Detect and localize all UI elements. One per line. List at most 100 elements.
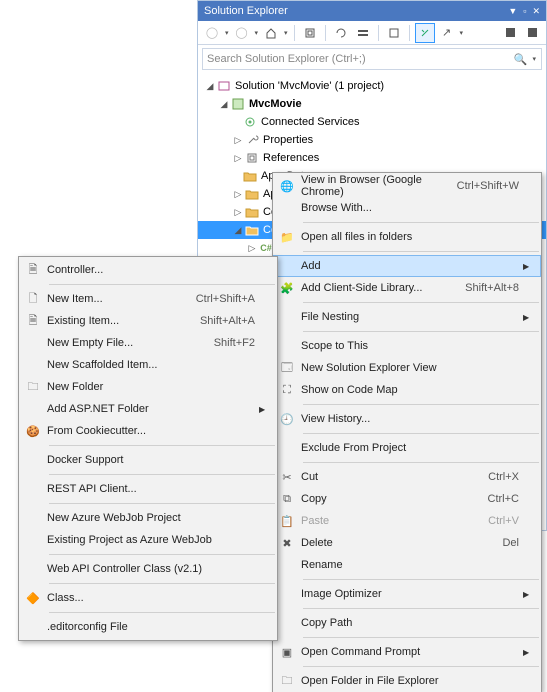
menu-separator (49, 583, 275, 584)
expander-icon[interactable]: ▷ (232, 153, 244, 164)
menu-separator (303, 404, 539, 405)
menu-view-browser[interactable]: 🌐View in Browser (Google Chrome)Ctrl+Shi… (273, 175, 541, 197)
properties-node[interactable]: ▷ Properties (198, 131, 546, 149)
menu-new-sev[interactable]: 🗔New Solution Explorer View (273, 357, 541, 379)
folder-icon (244, 222, 260, 238)
home-button[interactable] (261, 23, 281, 43)
references-icon (244, 150, 260, 166)
menu-separator (49, 474, 275, 475)
node-label: Solution 'MvcMovie' (1 project) (235, 80, 384, 92)
menu-cookiecutter[interactable]: 🍪From Cookiecutter... (19, 420, 277, 442)
menu-separator (303, 666, 539, 667)
forward-button[interactable]: ◯ (232, 23, 252, 43)
folder-icon (244, 204, 260, 220)
menu-open-cmd[interactable]: ▣Open Command Prompt▶ (273, 641, 541, 663)
menu-separator (303, 462, 539, 463)
cookie-icon: 🍪 (19, 420, 47, 442)
menu-file-nesting[interactable]: File Nesting▶ (273, 306, 541, 328)
collapse-button[interactable] (353, 23, 373, 43)
preview-button[interactable]: ↗ (437, 23, 457, 43)
expander-icon[interactable]: ▷ (232, 135, 244, 146)
menu-new-folder[interactable]: 🗀New Folder (19, 376, 277, 398)
solution-icon (216, 78, 232, 94)
menu-copy-path[interactable]: Copy Path (273, 612, 541, 634)
menu-view-history[interactable]: 🕘View History... (273, 408, 541, 430)
dropdown-icon[interactable]: ▼ (508, 1, 517, 21)
menu-open-folder[interactable]: 🗀Open Folder in File Explorer (273, 670, 541, 692)
menu-code-map[interactable]: ⛶Show on Code Map (273, 379, 541, 401)
expander-icon[interactable]: ▷ (232, 189, 244, 200)
menu-separator (49, 284, 275, 285)
menu-browse-with[interactable]: Browse With... (273, 197, 541, 219)
menu-add[interactable]: Add▶ (273, 255, 541, 277)
view1-button[interactable] (500, 23, 520, 43)
menu-existing-item[interactable]: 🗎Existing Item...Shift+Alt+A (19, 310, 277, 332)
menu-separator (49, 554, 275, 555)
chevron-right-icon: ▶ (523, 590, 533, 599)
node-label: References (263, 152, 319, 164)
class-icon: 🔶 (19, 587, 47, 609)
search-box[interactable]: Search Solution Explorer (Ctrl+;) 🔍▾ (202, 48, 542, 70)
node-label: Connected Services (261, 116, 359, 128)
menu-exclude[interactable]: Exclude From Project (273, 437, 541, 459)
sync-button[interactable] (300, 23, 320, 43)
menu-image-optimizer[interactable]: Image Optimizer▶ (273, 583, 541, 605)
showall-button[interactable] (384, 23, 404, 43)
menu-separator (303, 331, 539, 332)
menu-azure-new[interactable]: New Azure WebJob Project (19, 507, 277, 529)
menu-separator (303, 222, 539, 223)
menu-scope[interactable]: Scope to This (273, 335, 541, 357)
menu-docker[interactable]: Docker Support (19, 449, 277, 471)
menu-class[interactable]: 🔶Class... (19, 587, 277, 609)
existing-item-icon: 🗎 (19, 310, 47, 332)
menu-delete[interactable]: ✖DeleteDel (273, 532, 541, 554)
node-label: Properties (263, 134, 313, 146)
menu-add-client[interactable]: 🧩Add Client-Side Library...Shift+Alt+8 (273, 277, 541, 299)
menu-separator (303, 637, 539, 638)
project-node[interactable]: ◢ MvcMovie (198, 95, 546, 113)
expander-icon[interactable]: ◢ (232, 225, 244, 236)
controller-icon: 🗎 (19, 259, 47, 281)
refresh-button[interactable] (331, 23, 351, 43)
menu-webapi-class[interactable]: Web API Controller Class (v2.1) (19, 558, 277, 580)
menu-cut[interactable]: ✂CutCtrl+X (273, 466, 541, 488)
menu-separator (49, 503, 275, 504)
search-icon: 🔍 (514, 53, 528, 66)
menu-copy[interactable]: ⧉CopyCtrl+C (273, 488, 541, 510)
folder-icon: 📁 (273, 226, 301, 248)
connected-node[interactable]: Connected Services (198, 113, 546, 131)
new-item-icon: 🗋 (19, 288, 47, 310)
menu-rest-api[interactable]: REST API Client... (19, 478, 277, 500)
menu-scaffold[interactable]: New Scaffolded Item... (19, 354, 277, 376)
new-folder-icon: 🗀 (19, 376, 47, 398)
expander-icon[interactable]: ▷ (232, 207, 244, 218)
references-node[interactable]: ▷ References (198, 149, 546, 167)
expander-icon[interactable]: ◢ (204, 81, 216, 92)
wrench-icon (244, 132, 260, 148)
context-menu: 🌐View in Browser (Google Chrome)Ctrl+Shi… (272, 172, 542, 692)
close-icon[interactable]: ✕ (532, 1, 540, 21)
menu-aspnet-folder[interactable]: Add ASP.NET Folder▶ (19, 398, 277, 420)
menu-separator (303, 302, 539, 303)
terminal-icon: ▣ (273, 641, 301, 663)
chevron-right-icon: ▶ (523, 262, 533, 271)
connected-icon (242, 114, 258, 130)
explorer-icon: 🗀 (273, 670, 301, 692)
pin-icon[interactable]: ▫ (523, 1, 526, 21)
menu-open-all[interactable]: 📁Open all files in folders (273, 226, 541, 248)
chevron-right-icon: ▶ (523, 648, 533, 657)
properties-button[interactable] (415, 23, 435, 43)
solution-node[interactable]: ◢ Solution 'MvcMovie' (1 project) (198, 77, 546, 95)
menu-azure-existing[interactable]: Existing Project as Azure WebJob (19, 529, 277, 551)
expander-icon[interactable]: ◢ (218, 99, 230, 110)
folder-icon (242, 168, 258, 184)
view2-button[interactable] (522, 23, 542, 43)
menu-controller[interactable]: 🗎Controller... (19, 259, 277, 281)
project-icon (230, 96, 246, 112)
expander-icon[interactable]: ▷ (246, 243, 258, 254)
menu-rename[interactable]: Rename (273, 554, 541, 576)
menu-new-empty[interactable]: New Empty File...Shift+F2 (19, 332, 277, 354)
menu-new-item[interactable]: 🗋New Item...Ctrl+Shift+A (19, 288, 277, 310)
back-button[interactable]: ◯ (202, 23, 222, 43)
menu-editorconfig[interactable]: .editorconfig File (19, 616, 277, 638)
